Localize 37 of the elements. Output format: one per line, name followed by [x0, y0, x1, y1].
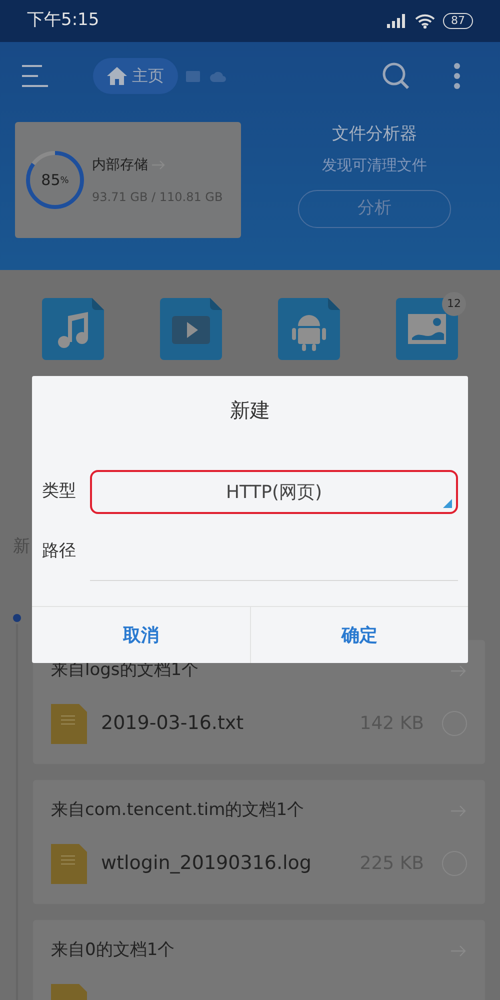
analyzer-subtitle: 发现可清理文件	[322, 154, 427, 176]
count-badge: 12	[442, 292, 466, 316]
file-group-card[interactable]: 来自0的文档1个	[33, 920, 485, 1000]
group-title: 来自com.tencent.tim的文档1个	[51, 799, 304, 822]
cloud-icon[interactable]	[210, 70, 226, 82]
analyzer-title: 文件分析器	[332, 123, 417, 146]
storage-name: 内部存储	[92, 156, 148, 174]
document-icon	[51, 704, 87, 744]
breadcrumb-chip[interactable]: 主页	[93, 58, 178, 94]
app-category-icon[interactable]	[278, 298, 340, 360]
battery-indicator: 87	[443, 13, 473, 29]
percent-sign: %	[60, 175, 69, 188]
file-name: wtlogin_20190316.log	[101, 851, 312, 876]
dialog-title: 新建	[230, 397, 270, 424]
image-category-icon[interactable]	[396, 298, 458, 360]
file-name: 2019-03-16.txt	[101, 711, 244, 736]
arrow-icon[interactable]	[451, 664, 467, 677]
search-icon[interactable]	[382, 62, 410, 90]
message-icon[interactable]	[186, 70, 200, 82]
menu-icon[interactable]	[22, 65, 48, 87]
signal-icon	[387, 14, 407, 28]
field-label: 类型	[42, 480, 77, 504]
wifi-icon	[415, 13, 435, 29]
dropdown-corner-icon	[443, 499, 452, 508]
analyze-button[interactable]: 分析	[298, 190, 451, 228]
type-dropdown[interactable]: HTTP(网页)	[90, 470, 458, 514]
video-category-icon[interactable]	[160, 298, 222, 360]
field-label: 路径	[42, 540, 77, 564]
home-icon	[107, 67, 127, 85]
more-icon[interactable]	[454, 63, 460, 89]
dialog-button[interactable]: 确定	[250, 607, 468, 663]
group-title: 来自0的文档1个	[51, 939, 175, 962]
document-icon	[51, 844, 87, 884]
status-time: 下午5:15	[27, 9, 100, 32]
usage-percent: 85	[41, 170, 60, 191]
music-category-icon[interactable]	[42, 298, 104, 360]
usage-ring	[25, 150, 85, 210]
